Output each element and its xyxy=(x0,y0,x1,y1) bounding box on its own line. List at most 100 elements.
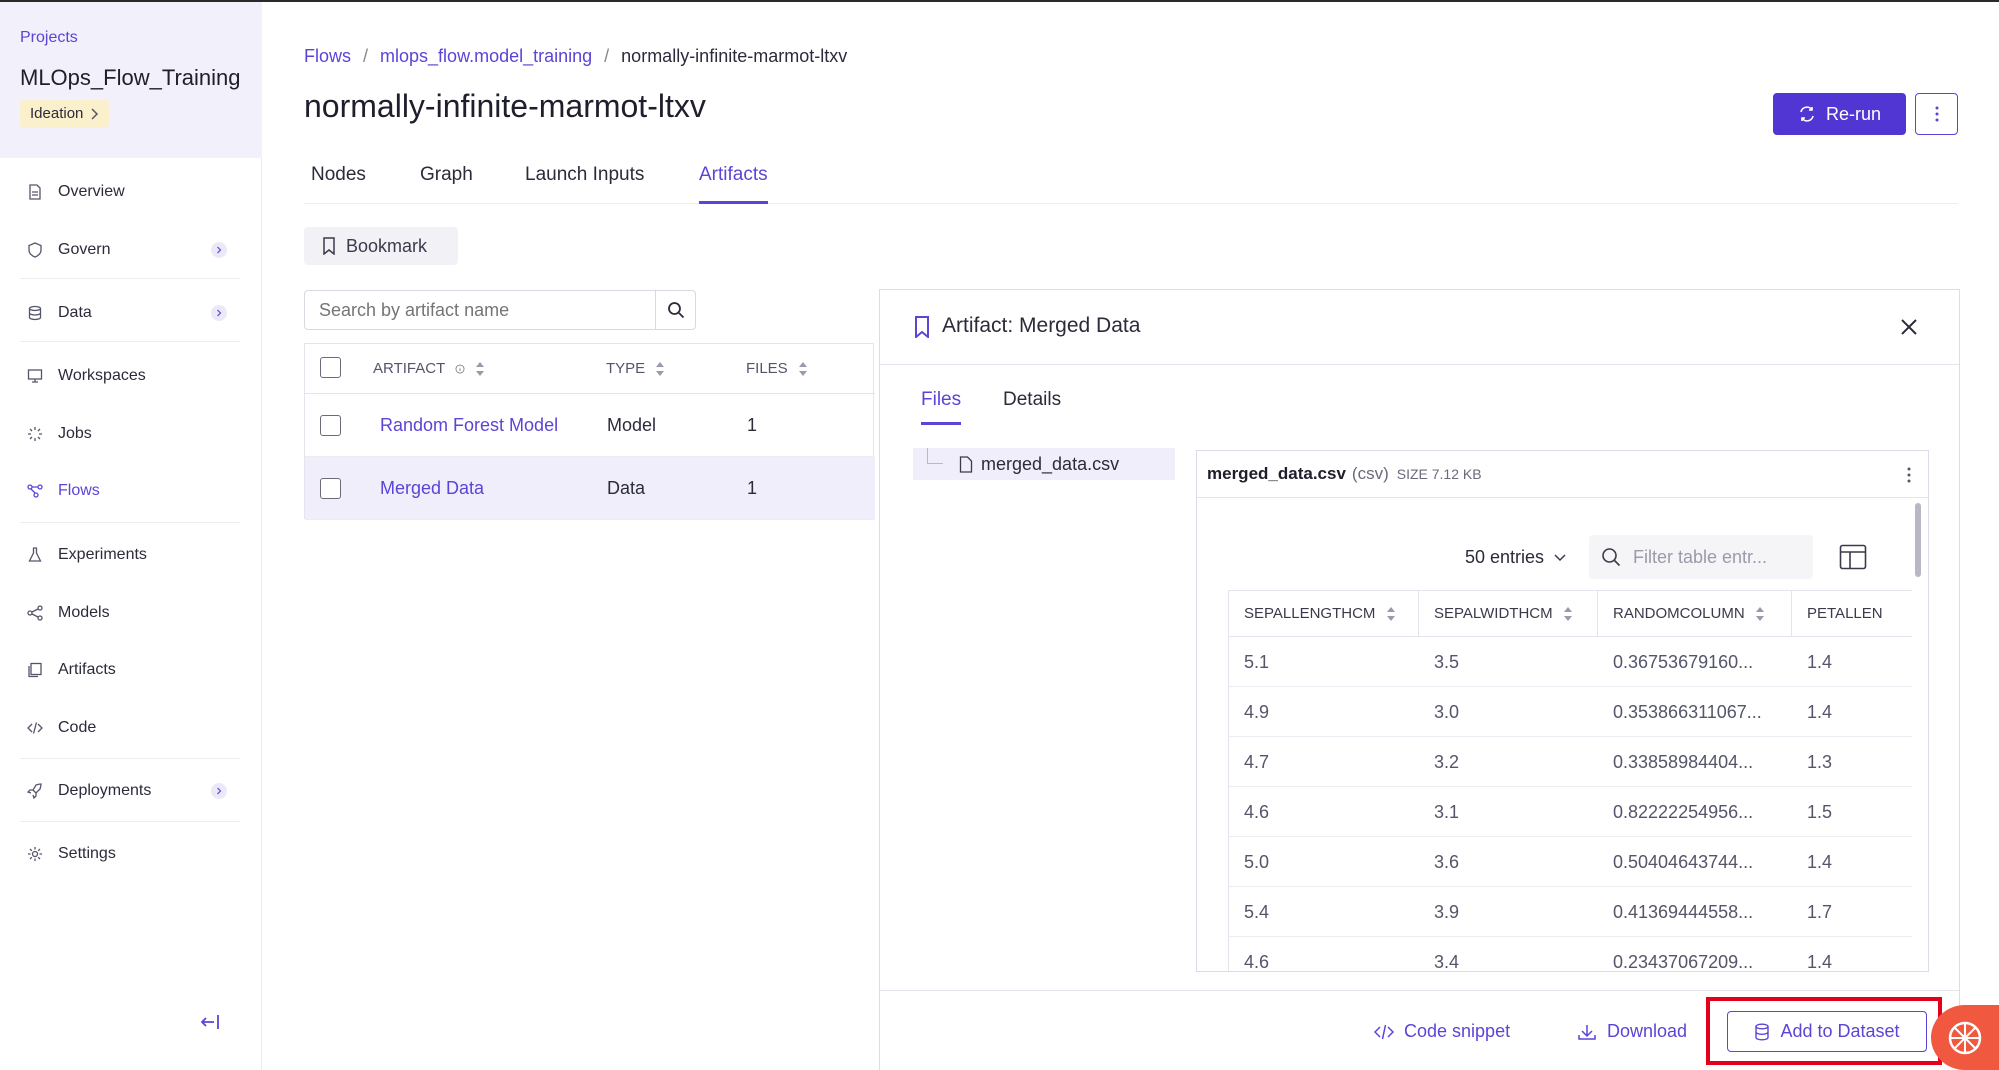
download-label: Download xyxy=(1607,1021,1688,1041)
kebab-menu-icon[interactable] xyxy=(1903,465,1915,485)
column-files[interactable]: FILES xyxy=(746,360,808,377)
sidebar-divider xyxy=(20,821,240,822)
tab-details[interactable]: Details xyxy=(1003,389,1061,425)
tab-nodes[interactable]: Nodes xyxy=(311,164,366,204)
breadcrumb-flow[interactable]: mlops_flow.model_training xyxy=(380,46,592,67)
preview-file-name: merged_data.csv xyxy=(1207,464,1346,483)
rerun-button[interactable]: Re-run xyxy=(1773,93,1906,135)
column-header[interactable]: SEPALWIDTHCM xyxy=(1419,591,1598,637)
sidebar-item-flows[interactable]: Flows xyxy=(0,471,262,511)
file-tree-item[interactable]: merged_data.csv xyxy=(913,448,1175,480)
sidebar-item-experiments[interactable]: Experiments xyxy=(0,535,262,575)
sidebar-item-label: Jobs xyxy=(58,425,92,442)
table-row[interactable]: Random Forest Model Model 1 xyxy=(305,394,875,457)
artifact-search-input[interactable] xyxy=(304,290,656,330)
assistant-logo-icon xyxy=(1948,1021,1982,1054)
project-name: MLOps_Flow_Training xyxy=(20,65,241,90)
chevron-right-icon[interactable] xyxy=(211,242,227,258)
table-cell: 3.1 xyxy=(1434,802,1460,822)
collapse-sidebar-icon[interactable] xyxy=(198,1010,222,1034)
chevron-down-icon xyxy=(1554,553,1566,561)
sidebar-item-workspaces[interactable]: Workspaces xyxy=(0,356,262,396)
columns-layout-icon[interactable] xyxy=(1839,544,1867,570)
column-header[interactable]: RANDOMCOLUMN xyxy=(1598,591,1792,637)
preview-scrollbar[interactable] xyxy=(1914,501,1922,971)
download-button[interactable]: Download xyxy=(1577,1021,1687,1042)
page-title: normally-infinite-marmot-ltxv xyxy=(304,88,706,124)
tab-artifacts[interactable]: Artifacts xyxy=(699,164,768,204)
file-icon xyxy=(959,455,973,473)
filter-table-input[interactable]: Filter table entr... xyxy=(1589,535,1813,579)
table-cell: 3.9 xyxy=(1434,902,1460,922)
sidebar-item-settings[interactable]: Settings xyxy=(0,834,262,874)
column-type[interactable]: TYPE xyxy=(606,360,665,377)
entries-label: 50 entries xyxy=(1465,547,1545,567)
panel-header: Artifact: Merged Data xyxy=(880,290,1959,365)
monitor-icon xyxy=(26,367,44,385)
sidebar-item-overview[interactable]: Overview xyxy=(0,172,262,212)
row-checkbox[interactable] xyxy=(320,478,341,499)
sidebar-item-artifacts[interactable]: Artifacts xyxy=(0,650,262,690)
close-icon[interactable] xyxy=(1898,316,1920,338)
table-row: 5.0 3.6 0.50404643744... 1.4 xyxy=(1229,837,1912,887)
sort-icon xyxy=(1386,606,1396,622)
document-icon xyxy=(26,183,44,201)
bookmark-icon xyxy=(323,237,335,255)
chevron-right-icon[interactable] xyxy=(211,783,227,799)
shield-icon xyxy=(26,241,44,259)
sidebar-item-label: Experiments xyxy=(58,546,147,563)
code-snippet-button[interactable]: Code snippet xyxy=(1374,1021,1510,1042)
sidebar-item-deployments[interactable]: Deployments xyxy=(0,771,262,811)
table-cell: 1.5 xyxy=(1807,802,1833,822)
artifact-name-link[interactable]: Random Forest Model xyxy=(380,415,558,436)
table-cell: 1.4 xyxy=(1807,652,1833,672)
column-header[interactable]: PETALLEN xyxy=(1792,591,1912,637)
row-checkbox[interactable] xyxy=(320,415,341,436)
table-cell: 1.4 xyxy=(1807,952,1833,972)
sidebar-item-label: Overview xyxy=(58,183,125,200)
sidebar: Projects MLOps_Flow_Training Ideation Ov… xyxy=(0,2,262,1070)
table-cell: 4.6 xyxy=(1244,802,1270,822)
table-row: 5.4 3.9 0.41369444558... 1.7 xyxy=(1229,887,1912,937)
table-cell: 1.7 xyxy=(1807,902,1833,922)
chevron-right-icon[interactable] xyxy=(211,305,227,321)
column-artifact[interactable]: ARTIFACT xyxy=(373,360,485,377)
file-name: merged_data.csv xyxy=(981,453,1120,474)
stage-label: Ideation xyxy=(30,105,84,122)
sidebar-item-govern[interactable]: Govern xyxy=(0,230,262,270)
column-label: SEPALWIDTHCM xyxy=(1434,605,1553,622)
search-button[interactable] xyxy=(655,290,696,330)
column-label: RANDOMCOLUMN xyxy=(1613,605,1745,622)
bookmark-icon[interactable] xyxy=(913,316,931,338)
more-options-button[interactable] xyxy=(1915,93,1958,135)
table-cell: 3.2 xyxy=(1434,752,1460,772)
table-cell: 1.4 xyxy=(1807,702,1833,722)
bookmark-button[interactable]: Bookmark xyxy=(304,227,458,265)
sidebar-item-label: Govern xyxy=(58,241,111,258)
search-icon xyxy=(1602,548,1621,567)
table-cell: 0.23437067209... xyxy=(1613,952,1754,972)
entries-dropdown[interactable]: 50 entries xyxy=(1465,547,1566,568)
column-header[interactable]: SEPALLENGTHCM xyxy=(1229,591,1419,637)
tab-files[interactable]: Files xyxy=(921,389,962,425)
sidebar-item-jobs[interactable]: Jobs xyxy=(0,414,262,454)
table-row-selected[interactable]: Merged Data Data 1 xyxy=(305,457,875,520)
flask-icon xyxy=(26,546,44,564)
tab-graph[interactable]: Graph xyxy=(420,164,473,204)
column-label: PETALLEN xyxy=(1807,605,1883,622)
artifacts-table: ARTIFACT TYPE FILES Random Forest Model … xyxy=(304,343,875,520)
select-all-checkbox[interactable] xyxy=(320,357,341,378)
artifact-name-link[interactable]: Merged Data xyxy=(380,478,484,499)
projects-link[interactable]: Projects xyxy=(20,29,78,47)
tab-launch-inputs[interactable]: Launch Inputs xyxy=(525,164,644,204)
stage-badge[interactable]: Ideation xyxy=(20,100,110,128)
run-tabs: Nodes Graph Launch Inputs Artifacts xyxy=(304,164,1958,204)
sidebar-item-data[interactable]: Data xyxy=(0,293,262,333)
sidebar-item-models[interactable]: Models xyxy=(0,593,262,633)
breadcrumb-flows[interactable]: Flows xyxy=(304,46,351,67)
scrollbar-thumb[interactable] xyxy=(1915,503,1921,577)
sidebar-divider xyxy=(20,341,240,342)
sidebar-item-code[interactable]: Code xyxy=(0,708,262,748)
artifact-type: Model xyxy=(607,415,657,435)
assistant-button[interactable] xyxy=(1931,1005,1999,1070)
